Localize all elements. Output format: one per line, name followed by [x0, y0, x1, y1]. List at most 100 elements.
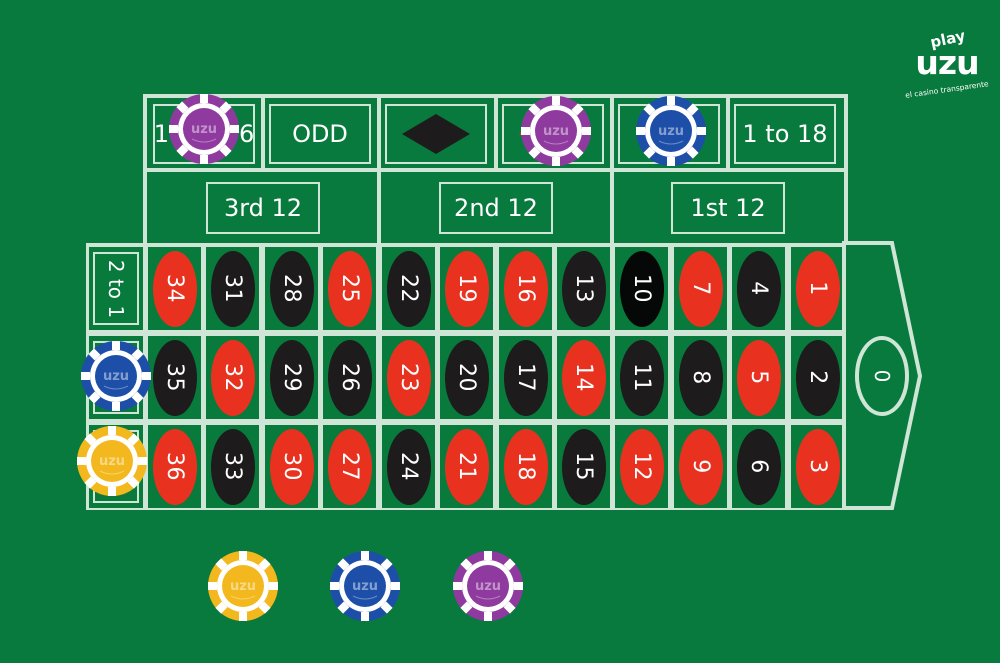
number-oval: 8 [678, 339, 723, 416]
placed-chip-blue[interactable]: uzu [635, 95, 707, 167]
outside-divider [610, 96, 614, 170]
placed-chip-purple[interactable]: uzu [520, 95, 592, 167]
black-diamond-icon [402, 114, 470, 154]
number-oval: 16 [503, 250, 548, 327]
number-label: 25 [337, 274, 362, 303]
number-cell-26[interactable]: 26 [323, 336, 376, 419]
number-label: 22 [396, 274, 421, 303]
number-cell-25[interactable]: 25 [323, 247, 376, 330]
column-bet-label: 2 to 1 [104, 259, 128, 318]
number-label: 26 [337, 363, 362, 392]
number-label: 35 [162, 363, 187, 392]
number-cell-24[interactable]: 24 [382, 425, 435, 508]
number-cell-9[interactable]: 9 [674, 425, 727, 508]
number-cell-34[interactable]: 34 [148, 247, 201, 330]
column-bet-3[interactable]: 2 to 1 [89, 247, 143, 330]
number-oval: 1 [795, 250, 840, 327]
outside-bet-label: ODD [292, 120, 348, 148]
number-cell-22[interactable]: 22 [382, 247, 435, 330]
number-cell-17[interactable]: 17 [499, 336, 552, 419]
outside-divider [726, 96, 730, 170]
number-label: 31 [220, 274, 245, 303]
placed-chip-yellow[interactable]: uzu [76, 425, 148, 497]
number-label: 13 [571, 274, 596, 303]
svg-text:el casino transparente: el casino transparente [905, 79, 990, 100]
column-bet-box: 2 to 1 [93, 252, 139, 325]
number-cell-14[interactable]: 14 [557, 336, 610, 419]
number-label: 9 [688, 459, 713, 474]
dozen-bet-2nd[interactable]: 2nd 12 [439, 182, 553, 234]
number-cell-2[interactable]: 2 [791, 336, 844, 419]
outside-bet-odd[interactable]: ODD [269, 104, 371, 164]
zero-area[interactable]: 0 [840, 238, 940, 518]
number-cell-20[interactable]: 20 [440, 336, 493, 419]
number-oval: 21 [444, 428, 489, 505]
number-cell-7[interactable]: 7 [674, 247, 727, 330]
number-cell-29[interactable]: 29 [265, 336, 318, 419]
number-label: 2 [805, 370, 830, 385]
number-cell-33[interactable]: 33 [206, 425, 259, 508]
svg-text:uzu: uzu [915, 43, 978, 82]
number-cell-32[interactable]: 32 [206, 336, 259, 419]
number-cell-6[interactable]: 6 [732, 425, 785, 508]
number-cell-27[interactable]: 27 [323, 425, 376, 508]
number-cell-5[interactable]: 5 [732, 336, 785, 419]
number-cell-35[interactable]: 35 [148, 336, 201, 419]
zero-label: 0 [870, 370, 894, 383]
number-label: 3 [805, 459, 830, 474]
svg-text:uzu: uzu [103, 369, 129, 384]
number-cell-21[interactable]: 21 [440, 425, 493, 508]
number-oval: 28 [269, 250, 314, 327]
number-label: 15 [571, 452, 596, 481]
dozen-bet-1st[interactable]: 1st 12 [671, 182, 785, 234]
number-label: 19 [454, 274, 479, 303]
number-cell-31[interactable]: 31 [206, 247, 259, 330]
number-cell-11[interactable]: 11 [615, 336, 668, 419]
number-cell-3[interactable]: 3 [791, 425, 844, 508]
svg-text:uzu: uzu [658, 124, 684, 139]
number-oval: 13 [561, 250, 606, 327]
number-cell-16[interactable]: 16 [499, 247, 552, 330]
number-label: 7 [688, 281, 713, 296]
number-label: 5 [746, 370, 771, 385]
outside-divider [494, 96, 498, 170]
dozen-divider [377, 170, 381, 244]
tray-chip-purple[interactable]: uzu [450, 550, 526, 622]
number-oval: 12 [619, 428, 664, 505]
number-oval: 24 [386, 428, 431, 505]
tray-chip-yellow[interactable]: uzu [205, 550, 281, 622]
number-oval: 17 [503, 339, 548, 416]
placed-chip-purple[interactable]: uzu [168, 93, 240, 165]
number-cell-12[interactable]: 12 [615, 425, 668, 508]
number-oval: 11 [619, 339, 664, 416]
number-oval: 26 [327, 339, 372, 416]
number-label: 6 [746, 459, 771, 474]
number-cell-19[interactable]: 19 [440, 247, 493, 330]
number-cell-10[interactable]: 10 [615, 247, 668, 330]
number-cell-18[interactable]: 18 [499, 425, 552, 508]
number-oval: 25 [327, 250, 372, 327]
dozen-label: 2nd 12 [454, 194, 538, 222]
number-oval: 6 [736, 428, 781, 505]
outside-bet-1-18[interactable]: 1 to 18 [734, 104, 836, 164]
number-cell-36[interactable]: 36 [148, 425, 201, 508]
number-cell-1[interactable]: 1 [791, 247, 844, 330]
number-cell-4[interactable]: 4 [732, 247, 785, 330]
number-cell-15[interactable]: 15 [557, 425, 610, 508]
svg-text:uzu: uzu [230, 579, 256, 594]
number-cell-23[interactable]: 23 [382, 336, 435, 419]
placed-chip-blue[interactable]: uzu [80, 340, 152, 412]
tray-chip-blue[interactable]: uzu [327, 550, 403, 622]
dozen-bet-3rd[interactable]: 3rd 12 [206, 182, 320, 234]
outside-bet-black[interactable] [385, 104, 487, 164]
number-oval: 7 [678, 250, 723, 327]
number-cell-30[interactable]: 30 [265, 425, 318, 508]
dozen-label: 1st 12 [690, 194, 766, 222]
number-label: 20 [454, 363, 479, 392]
number-label: 17 [513, 363, 538, 392]
number-cell-28[interactable]: 28 [265, 247, 318, 330]
number-cell-8[interactable]: 8 [674, 336, 727, 419]
number-cell-13[interactable]: 13 [557, 247, 610, 330]
dozen-label: 3rd 12 [223, 194, 303, 222]
number-label: 23 [396, 363, 421, 392]
